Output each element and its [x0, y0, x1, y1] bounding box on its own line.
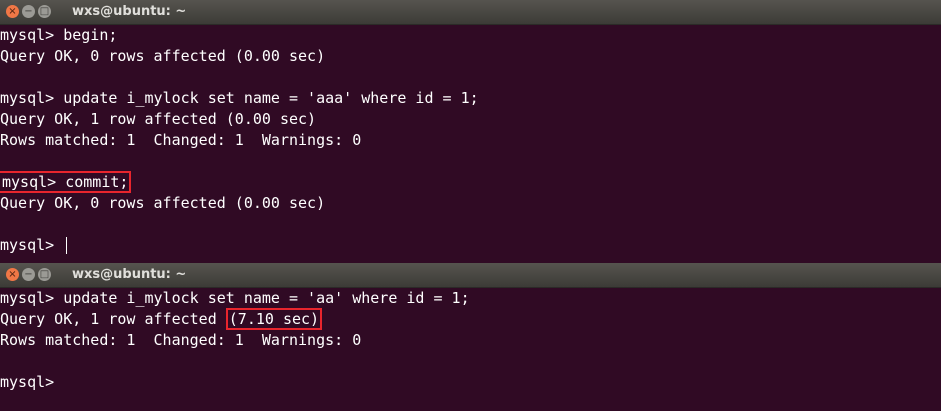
terminal-window-bottom[interactable]: × − □ wxs@ubuntu: ~ mysql> update i_mylo…: [0, 263, 941, 411]
terminal-line: Rows matched: 1 Changed: 1 Warnings: 0: [0, 131, 362, 149]
titlebar-bottom[interactable]: × − □ wxs@ubuntu: ~: [0, 263, 941, 288]
terminal-line: mysql> update i_mylock set name = 'aa' w…: [0, 289, 470, 307]
terminal-line: Rows matched: 1 Changed: 1 Warnings: 0: [0, 331, 362, 349]
terminal-line: mysql> update i_mylock set name = 'aaa' …: [0, 89, 479, 107]
terminal-output-bottom[interactable]: mysql> update i_mylock set name = 'aa' w…: [0, 288, 941, 393]
prompt-text: mysql>: [0, 236, 64, 254]
terminal-line: Query OK, 0 rows affected (0.00 sec): [0, 194, 326, 212]
maximize-icon[interactable]: □: [38, 5, 51, 18]
text-cursor: [66, 237, 68, 254]
minimize-icon[interactable]: −: [22, 268, 35, 281]
terminal-line: Query OK, 0 rows affected (0.00 sec): [0, 47, 326, 65]
terminal-prompt-line: mysql>: [0, 373, 64, 391]
terminal-window-top[interactable]: × − □ wxs@ubuntu: ~ mysql> begin; Query …: [0, 0, 941, 263]
close-icon[interactable]: ×: [6, 268, 19, 281]
terminal-line: mysql> begin;: [0, 26, 118, 44]
terminal-output-top[interactable]: mysql> begin; Query OK, 0 rows affected …: [0, 25, 941, 256]
elapsed-time-highlight-box: (7.10 sec): [225, 308, 323, 330]
terminal-line-commit: mysql> commit;: [0, 171, 941, 193]
terminal-line: Query OK, 1 row affected (0.00 sec): [0, 110, 317, 128]
query-ok-text: Query OK, 1 row affected: [0, 310, 226, 328]
window-controls: × − □: [6, 268, 51, 281]
terminal-prompt-line: mysql>: [0, 235, 941, 256]
window-title: wxs@ubuntu: ~: [72, 4, 187, 19]
window-controls: × − □: [6, 5, 51, 18]
minimize-icon[interactable]: −: [22, 5, 35, 18]
commit-highlight-box: mysql> commit;: [0, 171, 132, 193]
close-icon[interactable]: ×: [6, 5, 19, 18]
maximize-icon[interactable]: □: [38, 268, 51, 281]
titlebar-top[interactable]: × − □ wxs@ubuntu: ~: [0, 0, 941, 25]
window-title: wxs@ubuntu: ~: [72, 267, 187, 282]
terminal-line-elapsed: Query OK, 1 row affected (7.10 sec): [0, 308, 941, 330]
